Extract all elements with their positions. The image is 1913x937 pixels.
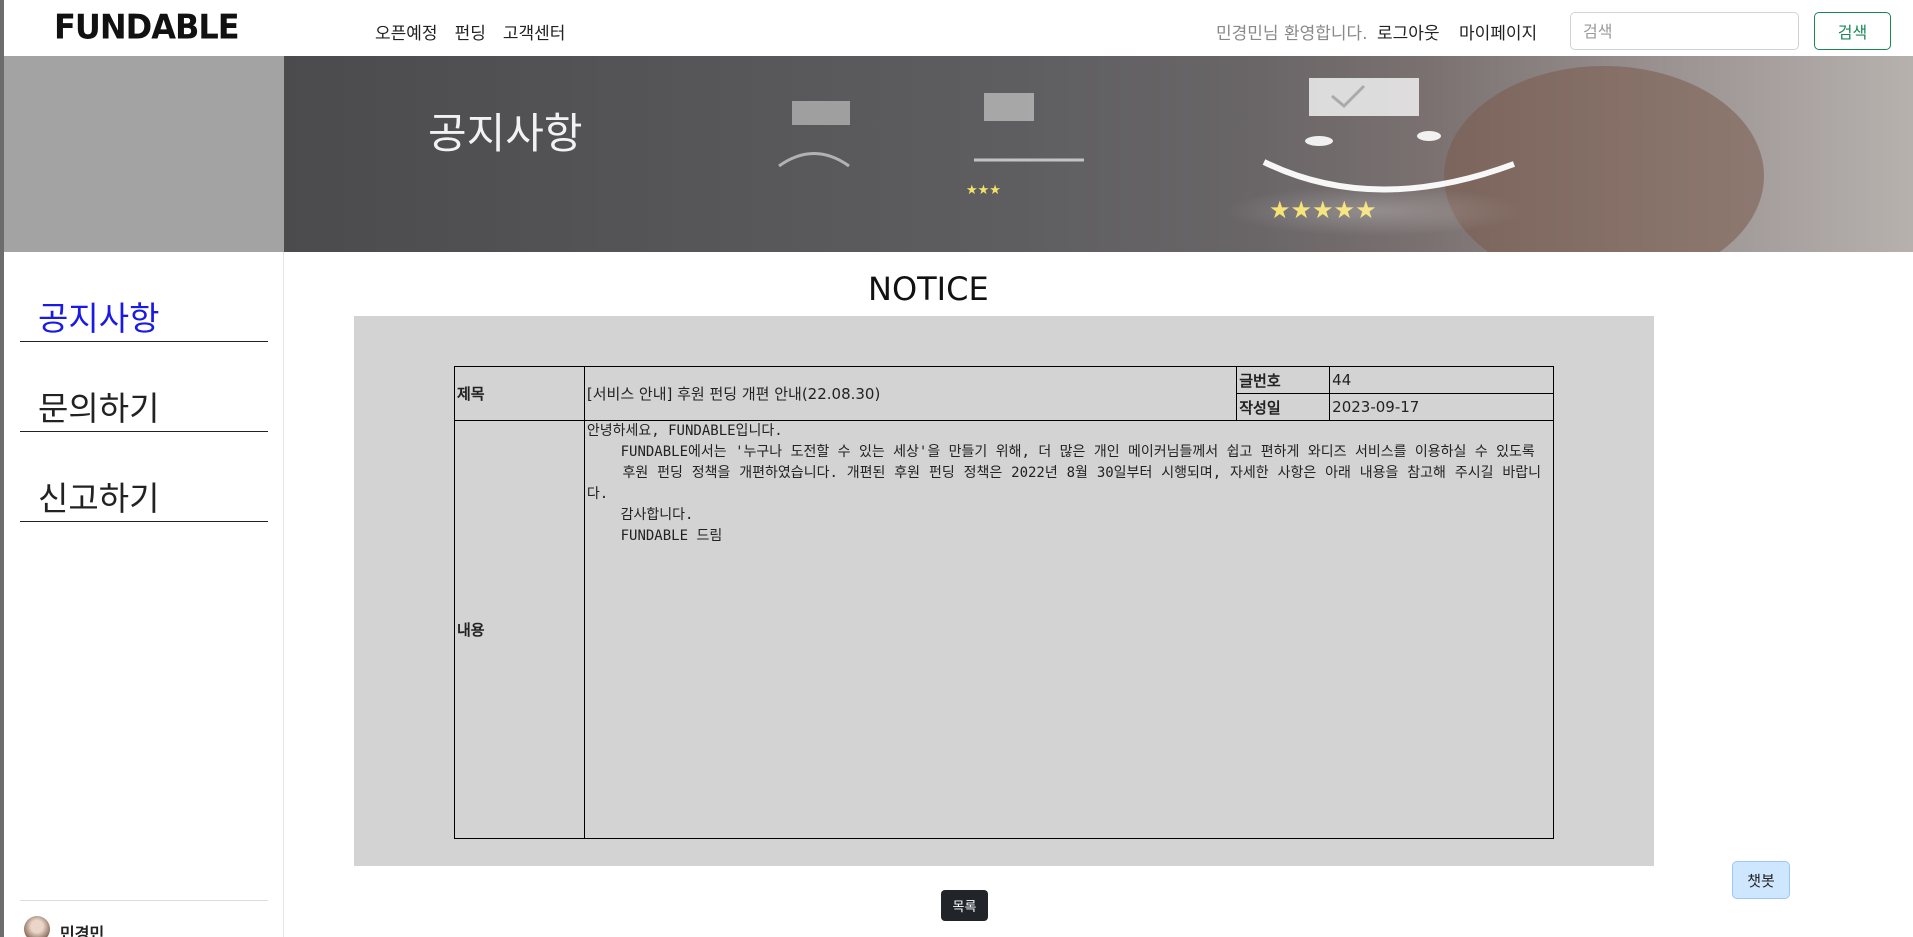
menu-item-funding[interactable]: 펀딩 [455, 19, 486, 44]
notice-detail-table: 제목 [서비스 안내] 후원 펀딩 개편 안내(22.08.30) 글번호 44… [454, 366, 1555, 839]
menu-item-support[interactable]: 고객센터 [503, 19, 566, 44]
mypage-link[interactable]: 마이페이지 [1459, 19, 1537, 44]
post-title: [서비스 안내] 후원 펀딩 개편 안내(22.08.30) [583, 366, 1238, 421]
content-line: 후원 펀딩 정책을 개편하였습니다. 개편된 후원 펀딩 정책은 2022년 8… [586, 465, 1542, 502]
profile-name[interactable]: 민경민 [60, 920, 104, 937]
date-label: 작성일 [1236, 393, 1331, 421]
post-no-value: 44 [1329, 366, 1554, 394]
welcome-text: 민경민님 환영합니다. [1216, 24, 1368, 44]
content-label: 내용 [454, 420, 585, 839]
banner: ★★★ ★★★★★ 공지사항 [284, 56, 1913, 252]
logo[interactable]: FUNDABLE [54, 7, 240, 47]
list-button[interactable]: 목록 [941, 890, 988, 921]
title-label: 제목 [454, 366, 585, 421]
sidebar-item-report[interactable]: 신고하기 [20, 432, 268, 522]
avatar[interactable] [24, 916, 50, 937]
content-line: FUNDABLE에서는 '누구나 도전할 수 있는 세상'을 만들기 위해, 더… [586, 444, 1535, 460]
main-menu: 오픈예정 펀딩 고객센터 [375, 19, 565, 44]
banner-title: 공지사항 [428, 109, 583, 158]
chatbot-button[interactable]: 챗봇 [1732, 861, 1790, 899]
profile-divider [20, 900, 268, 901]
post-no-label: 글번호 [1236, 366, 1331, 394]
sidebar-item-label: 문의하기 [38, 389, 160, 428]
sidebar-item-label: 신고하기 [38, 479, 160, 518]
search-input[interactable] [1570, 12, 1799, 50]
date-value: 2023-09-17 [1329, 393, 1554, 421]
content-line: FUNDABLE 드림 [586, 528, 723, 544]
post-content: 안녕하세요, FUNDABLE입니다. FUNDABLE에서는 '누구나 도전할… [583, 420, 1555, 839]
logout-link[interactable]: 로그아웃 [1377, 19, 1440, 44]
svg-text:★★★: ★★★ [966, 183, 1001, 198]
sidebar-item-label: 공지사항 [38, 299, 160, 338]
top-navbar: FUNDABLE 오픈예정 펀딩 고객센터 민경민님 환영합니다. 로그아웃 마… [4, 0, 1913, 56]
banner-left-block [4, 56, 284, 252]
search-button[interactable]: 검색 [1814, 12, 1891, 50]
sidebar-item-notice[interactable]: 공지사항 [20, 252, 268, 342]
page: FUNDABLE 오픈예정 펀딩 고객센터 민경민님 환영합니다. 로그아웃 마… [0, 0, 1913, 937]
menu-item-upcoming[interactable]: 오픈예정 [375, 19, 438, 44]
page-heading: NOTICE [868, 270, 989, 308]
notice-panel: 제목 [서비스 안내] 후원 펀딩 개편 안내(22.08.30) 글번호 44… [354, 316, 1654, 866]
content-line: 감사합니다. [586, 507, 694, 523]
content-line: 안녕하세요, FUNDABLE입니다. [586, 423, 783, 439]
sidebar: 공지사항 문의하기 신고하기 민경민 [4, 252, 284, 937]
sidebar-item-inquiry[interactable]: 문의하기 [20, 342, 268, 432]
